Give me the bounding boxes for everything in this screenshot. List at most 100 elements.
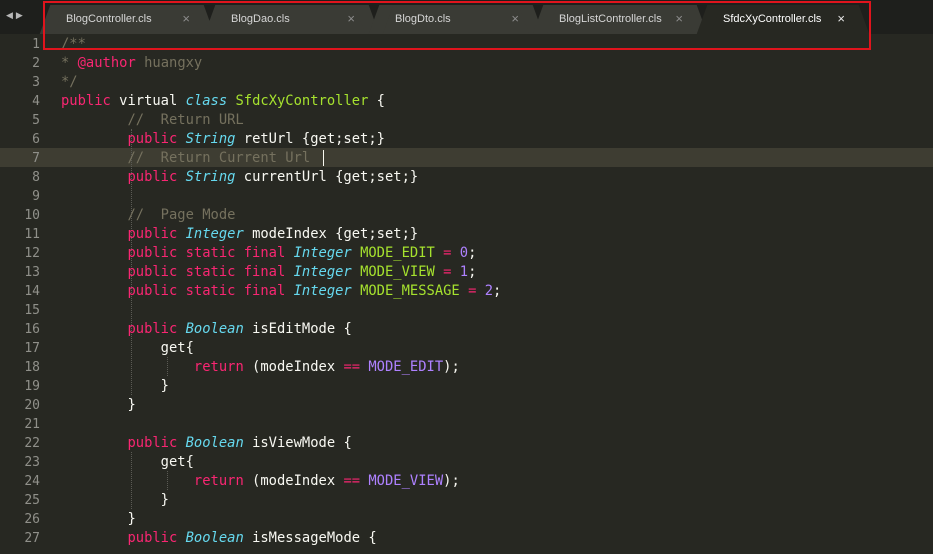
tab-sfdcxycontroller[interactable]: SfdcXyController.cls × xyxy=(709,5,857,34)
code-line[interactable]: get{ xyxy=(61,453,194,472)
code-line[interactable]: public Boolean isViewMode { xyxy=(61,434,352,453)
code-token: public static final xyxy=(127,283,286,299)
code-line[interactable]: public String retUrl {get;set;} xyxy=(61,130,385,149)
code-editor[interactable]: /** * @author huangxy */ public virtual cla… xyxy=(0,34,933,554)
code-line[interactable]: * @author huangxy xyxy=(61,54,202,73)
code-line[interactable]: } xyxy=(61,377,169,396)
code-line[interactable]: public virtual class SfdcXyController { xyxy=(61,92,385,111)
code-line[interactable]: /** xyxy=(61,35,86,54)
code-line[interactable]: */ xyxy=(61,73,78,92)
close-icon[interactable]: × xyxy=(347,11,355,26)
code-token: retUrl {get;set;} xyxy=(235,131,385,147)
code-token: 1 xyxy=(459,264,469,280)
code-token: public xyxy=(127,169,178,185)
nav-back-icon[interactable]: ◀ xyxy=(6,10,16,20)
code-line[interactable]: public Boolean isEditMode { xyxy=(61,320,352,339)
code-line[interactable]: } xyxy=(61,510,135,529)
code-token: // Return URL xyxy=(127,112,244,128)
close-icon[interactable]: × xyxy=(837,11,845,26)
tab-nav-arrows[interactable]: ◀▶ xyxy=(6,10,26,21)
tab-label: SfdcXyController.cls xyxy=(723,13,822,25)
code-token: public static final xyxy=(127,264,286,280)
code-token: == xyxy=(343,359,361,375)
code-token: * xyxy=(61,55,78,71)
code-token: ; xyxy=(468,264,477,280)
code-line[interactable]: public static final Integer MODE_VIEW = … xyxy=(61,263,476,282)
tab-bloglistcontroller[interactable]: BlogListController.cls × xyxy=(545,5,695,34)
code-line[interactable]: public String currentUrl {get;set;} xyxy=(61,168,418,187)
code-token: public static final xyxy=(127,245,286,261)
code-line[interactable]: // Return URL xyxy=(61,111,244,130)
code-token: { xyxy=(368,93,385,109)
code-line[interactable]: return (modeIndex == MODE_VIEW); xyxy=(61,472,460,491)
tab-blogcontroller[interactable]: BlogController.cls × xyxy=(52,5,202,34)
code-token: isMessageMode { xyxy=(243,530,377,546)
tab-bar: ◀▶ BlogController.cls × BlogDao.cls × Bl… xyxy=(0,0,933,34)
tab-label: BlogListController.cls xyxy=(559,13,662,25)
code-token: ; xyxy=(493,283,502,299)
code-token: public xyxy=(61,93,111,109)
close-icon[interactable]: × xyxy=(675,11,683,26)
code-line[interactable]: public static final Integer MODE_MESSAGE… xyxy=(61,282,501,301)
code-token: ); xyxy=(443,359,460,375)
code-token: (modeIndex xyxy=(243,473,344,489)
code-token: } xyxy=(61,492,169,508)
code-line[interactable]: // Return Current Url xyxy=(61,149,310,168)
code-token: isEditMode { xyxy=(243,321,352,337)
code-token: String xyxy=(185,131,236,147)
code-token: Boolean xyxy=(185,530,244,546)
code-token: @author xyxy=(77,55,136,71)
code-line[interactable]: return (modeIndex == MODE_EDIT); xyxy=(61,358,460,377)
tab-blogdto[interactable]: BlogDto.cls × xyxy=(381,5,531,34)
code-token: Integer xyxy=(185,226,244,242)
code-token: public xyxy=(127,321,178,337)
close-icon[interactable]: × xyxy=(511,11,519,26)
text-cursor xyxy=(323,150,324,166)
code-token: public xyxy=(127,226,178,242)
code-token: MODE_VIEW xyxy=(368,473,444,489)
code-line[interactable]: // Page Mode xyxy=(61,206,235,225)
nav-forward-icon[interactable]: ▶ xyxy=(16,10,26,20)
code-line[interactable]: public Boolean isMessageMode { xyxy=(61,529,377,548)
code-token: ); xyxy=(443,473,460,489)
code-token: MODE_MESSAGE xyxy=(360,283,460,299)
code-line[interactable]: public static final Integer MODE_EDIT = … xyxy=(61,244,476,263)
code-token: Boolean xyxy=(185,435,244,451)
tab-blogdao[interactable]: BlogDao.cls × xyxy=(217,5,367,34)
code-token: (modeIndex xyxy=(243,359,344,375)
code-token: MODE_VIEW xyxy=(360,264,435,280)
code-line[interactable]: get{ xyxy=(61,339,194,358)
code-token: */ xyxy=(61,74,78,90)
code-line[interactable]: } xyxy=(61,491,169,510)
code-token: isViewMode { xyxy=(243,435,352,451)
code-token: == xyxy=(343,473,361,489)
code-token: MODE_EDIT xyxy=(360,245,435,261)
code-token: virtual xyxy=(110,93,186,109)
code-line[interactable]: public Integer modeIndex {get;set;} xyxy=(61,225,418,244)
code-token: Boolean xyxy=(185,321,244,337)
code-token: /** xyxy=(61,36,86,52)
code-token: Integer xyxy=(293,283,352,299)
close-icon[interactable]: × xyxy=(182,11,190,26)
code-token: public xyxy=(127,131,178,147)
code-line[interactable]: } xyxy=(61,396,135,415)
tab-label: BlogDao.cls xyxy=(231,13,290,25)
